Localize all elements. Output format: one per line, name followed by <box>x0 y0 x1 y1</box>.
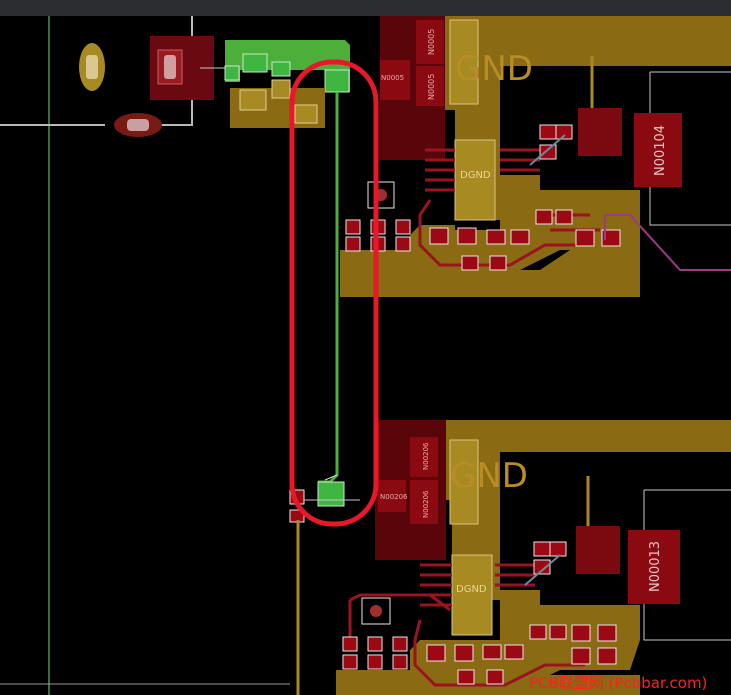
net-label-n00206-a: N00206 <box>422 442 430 470</box>
dgnd-label-top: DGND <box>460 170 491 181</box>
net-label-n0005-c: N0005 <box>381 74 404 82</box>
net-label-n00013: N00013 <box>648 541 663 592</box>
gnd-label-bottom: GND <box>450 456 528 496</box>
dgnd-label-bottom: DGND <box>456 584 487 595</box>
net-label-n00206-c: N00206 <box>380 493 408 501</box>
net-label-n00104: N00104 <box>653 125 668 176</box>
net-label-n0005-b: N0005 <box>427 74 436 100</box>
pcb-canvas[interactable]: GND GND DGND DGND N0005 N0005 N0005 N001… <box>0 0 731 695</box>
net-label-n00206-b: N00206 <box>422 490 430 518</box>
gnd-label-top: GND <box>455 49 533 89</box>
highlighted-pad[interactable] <box>324 69 350 93</box>
watermark: PCB联盟网 (Pcbbar.com) <box>529 674 707 692</box>
net-label-n0005-a: N0005 <box>427 29 436 55</box>
highlighted-pad-bottom[interactable] <box>317 481 345 507</box>
